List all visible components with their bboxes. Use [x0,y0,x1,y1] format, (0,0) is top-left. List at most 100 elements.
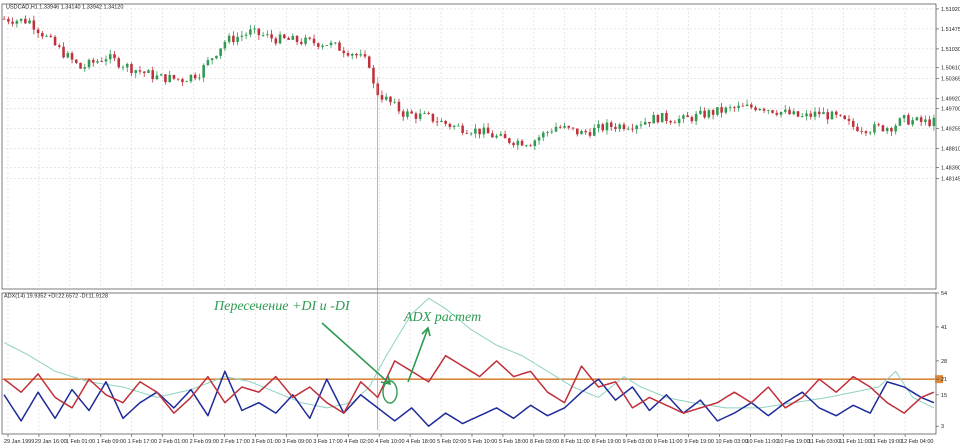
candle-body [142,71,146,73]
candle-body [847,119,851,121]
candle-body [711,110,715,115]
candle [79,62,82,69]
candle-body [240,35,244,37]
candle-body [750,104,753,108]
candle-body [350,54,354,56]
candle-body [32,20,36,30]
candle-body [567,126,571,128]
candle-body [520,140,524,146]
chart-canvas: 1.51920 1.51475 1.51030 1.50610 1.50365 1.499… [0,0,960,446]
candle-body [554,126,558,132]
candle-body [559,126,562,128]
candle-body [431,113,435,122]
candle-body [367,56,371,68]
candle-body [278,34,282,44]
candle-body [643,121,647,125]
time-tick-label: 9 Feb 03:00 [623,439,652,445]
candle-body [7,18,10,22]
candle-body [856,126,859,132]
candle-body [325,45,329,46]
candle-body [227,35,231,42]
candle-body [652,115,655,124]
candle-body [728,107,732,109]
candle-body [779,111,783,115]
candle-body [843,115,846,120]
candle-body [2,18,6,20]
candle-body [193,74,197,79]
candle-body [359,54,363,56]
candle-body [79,62,82,69]
time-tick-label: 8 Feb 19:00 [592,439,621,445]
candle-body [805,113,808,117]
candle-body [312,38,316,44]
candle-body [295,35,299,42]
candle-body [503,134,507,139]
candle-body [181,79,184,83]
time-tick-label: 4 Feb 18:00 [406,439,435,445]
candle-body [457,125,460,127]
candle-body [758,108,762,111]
price-tick-label: 1.48145 [941,176,960,182]
candle-body [11,21,14,24]
candle-body [53,36,57,46]
candle-body [694,113,698,122]
candle-body [635,125,638,130]
time-tick-label: 2 Feb 17:00 [221,439,250,445]
candle [367,55,371,69]
candle-body [469,133,473,135]
candle-body [66,53,70,58]
candle-body [474,128,477,134]
candle-body [401,111,405,117]
candle-body [87,59,91,68]
candle-body [274,38,278,44]
candle-body [525,145,528,147]
candle-body [796,111,800,117]
symbol-header: USDCAD,H1 1.33946 1.34140 1.33942 1.3412… [6,5,123,11]
candle-body [465,132,469,134]
candle-body [822,112,825,115]
price-tick-label: 1.48810 [941,147,960,153]
candle-body [155,75,159,80]
candle-body [223,41,227,49]
candle-body [771,110,774,113]
candle-body [202,65,205,78]
candle [117,56,121,70]
candle-body [410,111,413,114]
candle [796,110,800,118]
price-tick-label: 1.50610 [941,66,960,72]
candle [830,110,834,120]
candle-body [41,33,44,37]
candle-body [575,128,579,135]
candle-body [720,107,723,113]
time-tick-label: 10 Feb 03:00 [715,439,747,445]
candle-body [792,111,796,115]
candle-body [648,121,651,124]
candle-body [308,37,312,39]
candle-body [125,63,129,68]
candle-body [104,59,108,62]
indicator-tick-label: 3 [941,424,944,430]
time-tick-label: 9 Feb 19:00 [685,439,714,445]
candle-body [372,67,375,84]
indicator-tick-label: 28 [941,359,947,365]
candle-body [898,118,902,126]
time-tick-label: 10 Feb 11:00 [746,439,778,445]
time-tick-label: 4 Feb 10:00 [375,439,404,445]
candle-body [164,74,167,83]
candle-body [414,113,418,119]
candle-body [24,18,27,24]
candle-body [762,108,766,111]
candle-body [495,135,498,138]
candle-body [338,42,341,51]
candle-body [300,41,303,44]
candle-body [614,127,617,130]
candle-body [49,35,53,37]
candle [881,124,885,133]
indicator-tick-label: 15 [941,393,947,399]
candle-body [45,35,48,37]
candle-body [287,38,290,40]
candle-body [19,18,23,21]
candle-body [329,42,333,46]
indicator-tick-label: 41 [941,325,947,331]
candle-body [70,53,74,60]
